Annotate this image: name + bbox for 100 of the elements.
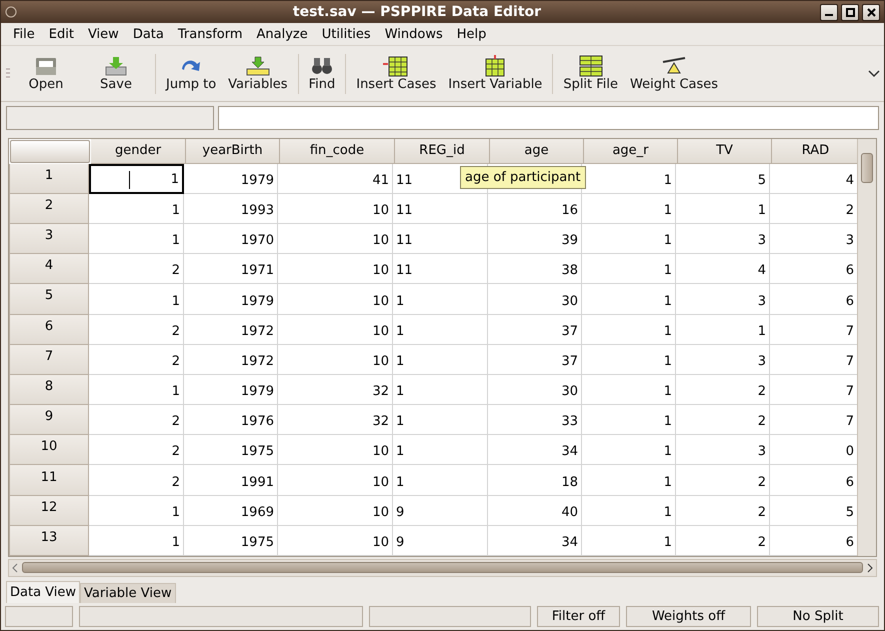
table-cell[interactable]: 1972: [184, 344, 278, 375]
column-header[interactable]: fin_code: [280, 138, 395, 164]
row-header[interactable]: 2: [9, 194, 89, 224]
table-cell[interactable]: 1970: [184, 224, 278, 254]
table-cell[interactable]: 1969: [184, 496, 278, 526]
toolbar-button[interactable]: Find: [302, 53, 342, 94]
table-cell[interactable]: 18: [488, 465, 582, 496]
table-cell[interactable]: 11: [393, 254, 488, 284]
table-cell[interactable]: 1: [582, 435, 676, 466]
table-cell[interactable]: 1: [393, 284, 488, 315]
minimize-button[interactable]: [820, 4, 838, 21]
table-cell[interactable]: 2: [676, 526, 770, 556]
toolbar-button[interactable]: Insert Cases: [350, 53, 442, 94]
table-cell[interactable]: 1: [393, 314, 488, 345]
table-cell[interactable]: 1: [393, 465, 488, 496]
menu-item[interactable]: File: [6, 26, 42, 42]
table-cell[interactable]: 3: [676, 344, 770, 375]
table-cell[interactable]: 11: [393, 194, 488, 224]
table-cell[interactable]: 1: [582, 526, 676, 556]
table-cell[interactable]: 3: [676, 284, 770, 315]
table-cell[interactable]: 10: [278, 194, 393, 224]
column-header[interactable]: yearBirth: [186, 138, 280, 164]
table-cell[interactable]: 1: [676, 314, 770, 345]
table-cell[interactable]: 1: [393, 405, 488, 436]
toolbar-button[interactable]: Jump to: [160, 53, 222, 94]
table-cell[interactable]: 30: [488, 284, 582, 315]
table-cell[interactable]: 1: [582, 194, 676, 224]
column-header[interactable]: age_r: [584, 138, 678, 164]
table-cell[interactable]: 1: [582, 465, 676, 496]
column-header[interactable]: RAD: [772, 138, 857, 164]
table-cell[interactable]: 38: [488, 254, 582, 284]
table-cell[interactable]: 1: [582, 405, 676, 436]
table-cell[interactable]: 10: [278, 314, 393, 345]
toolbar-button[interactable]: Variables: [222, 53, 294, 94]
cell-reference-field[interactable]: [6, 106, 214, 130]
column-header[interactable]: gender: [91, 138, 186, 164]
table-cell[interactable]: 1: [89, 526, 184, 556]
row-header[interactable]: 10: [9, 435, 89, 466]
toolbar-button[interactable]: Insert Variable: [442, 53, 548, 94]
table-cell[interactable]: 1971: [184, 254, 278, 284]
table-cell[interactable]: 1979: [184, 284, 278, 315]
table-cell[interactable]: 9: [393, 526, 488, 556]
table-cell[interactable]: 1979: [184, 164, 278, 194]
table-cell[interactable]: 1: [582, 224, 676, 254]
scroll-right-icon[interactable]: [867, 562, 873, 573]
menu-item[interactable]: Utilities: [314, 26, 378, 42]
table-cell[interactable]: 1: [582, 284, 676, 315]
table-cell[interactable]: 3: [676, 435, 770, 466]
select-all-button[interactable]: [10, 140, 90, 163]
table-cell[interactable]: 1975: [184, 435, 278, 466]
table-cell[interactable]: 1976: [184, 405, 278, 436]
toolbar-button[interactable]: Open: [11, 53, 81, 94]
table-cell[interactable]: 1: [89, 224, 184, 254]
table-cell[interactable]: 2: [89, 405, 184, 436]
row-header[interactable]: 9: [9, 405, 89, 436]
row-header[interactable]: 7: [9, 344, 89, 375]
table-cell[interactable]: 2: [676, 405, 770, 436]
menu-item[interactable]: View: [80, 26, 126, 42]
table-cell[interactable]: 39: [488, 224, 582, 254]
row-header[interactable]: 13: [9, 526, 89, 556]
table-cell[interactable]: 1991: [184, 465, 278, 496]
table-cell[interactable]: 2: [676, 465, 770, 496]
scroll-left-icon[interactable]: [12, 562, 18, 573]
close-button[interactable]: [862, 4, 880, 21]
table-cell[interactable]: 1: [582, 496, 676, 526]
table-cell[interactable]: 1: [393, 374, 488, 406]
table-cell[interactable]: 3: [676, 224, 770, 254]
table-cell[interactable]: 32: [278, 374, 393, 406]
menu-item[interactable]: Analyze: [250, 26, 315, 42]
table-cell[interactable]: 10: [278, 435, 393, 466]
cell-value-field[interactable]: [218, 106, 879, 130]
table-cell[interactable]: 10: [278, 224, 393, 254]
tab[interactable]: Variable View: [80, 582, 176, 603]
table-cell[interactable]: 2: [89, 314, 184, 345]
table-cell[interactable]: 2: [89, 254, 184, 284]
table-cell[interactable]: 30: [488, 374, 582, 406]
table-cell[interactable]: 1: [89, 374, 184, 406]
table-cell[interactable]: 41: [278, 164, 393, 194]
table-cell[interactable]: 2: [676, 496, 770, 526]
table-cell[interactable]: 1: [582, 254, 676, 284]
menu-item[interactable]: Transform: [170, 26, 250, 42]
table-cell[interactable]: 2: [89, 344, 184, 375]
table-cell[interactable]: 2: [676, 374, 770, 406]
table-cell[interactable]: 37: [488, 344, 582, 375]
table-cell[interactable]: 40: [488, 496, 582, 526]
table-cell[interactable]: 1: [393, 344, 488, 375]
table-cell[interactable]: 11: [393, 224, 488, 254]
toolbar-button[interactable]: Weight Cases: [624, 53, 724, 94]
row-header[interactable]: 4: [9, 254, 89, 284]
table-cell[interactable]: 1: [89, 194, 184, 224]
table-cell[interactable]: 1: [89, 164, 184, 194]
table-cell[interactable]: 37: [488, 314, 582, 345]
toolbar-button[interactable]: Split File: [557, 53, 624, 94]
table-cell[interactable]: 10: [278, 465, 393, 496]
table-cell[interactable]: 1: [582, 314, 676, 345]
table-cell[interactable]: 1: [582, 344, 676, 375]
row-header[interactable]: 5: [9, 284, 89, 315]
table-cell[interactable]: 33: [488, 405, 582, 436]
maximize-button[interactable]: [841, 4, 859, 21]
row-header[interactable]: 8: [9, 374, 89, 406]
